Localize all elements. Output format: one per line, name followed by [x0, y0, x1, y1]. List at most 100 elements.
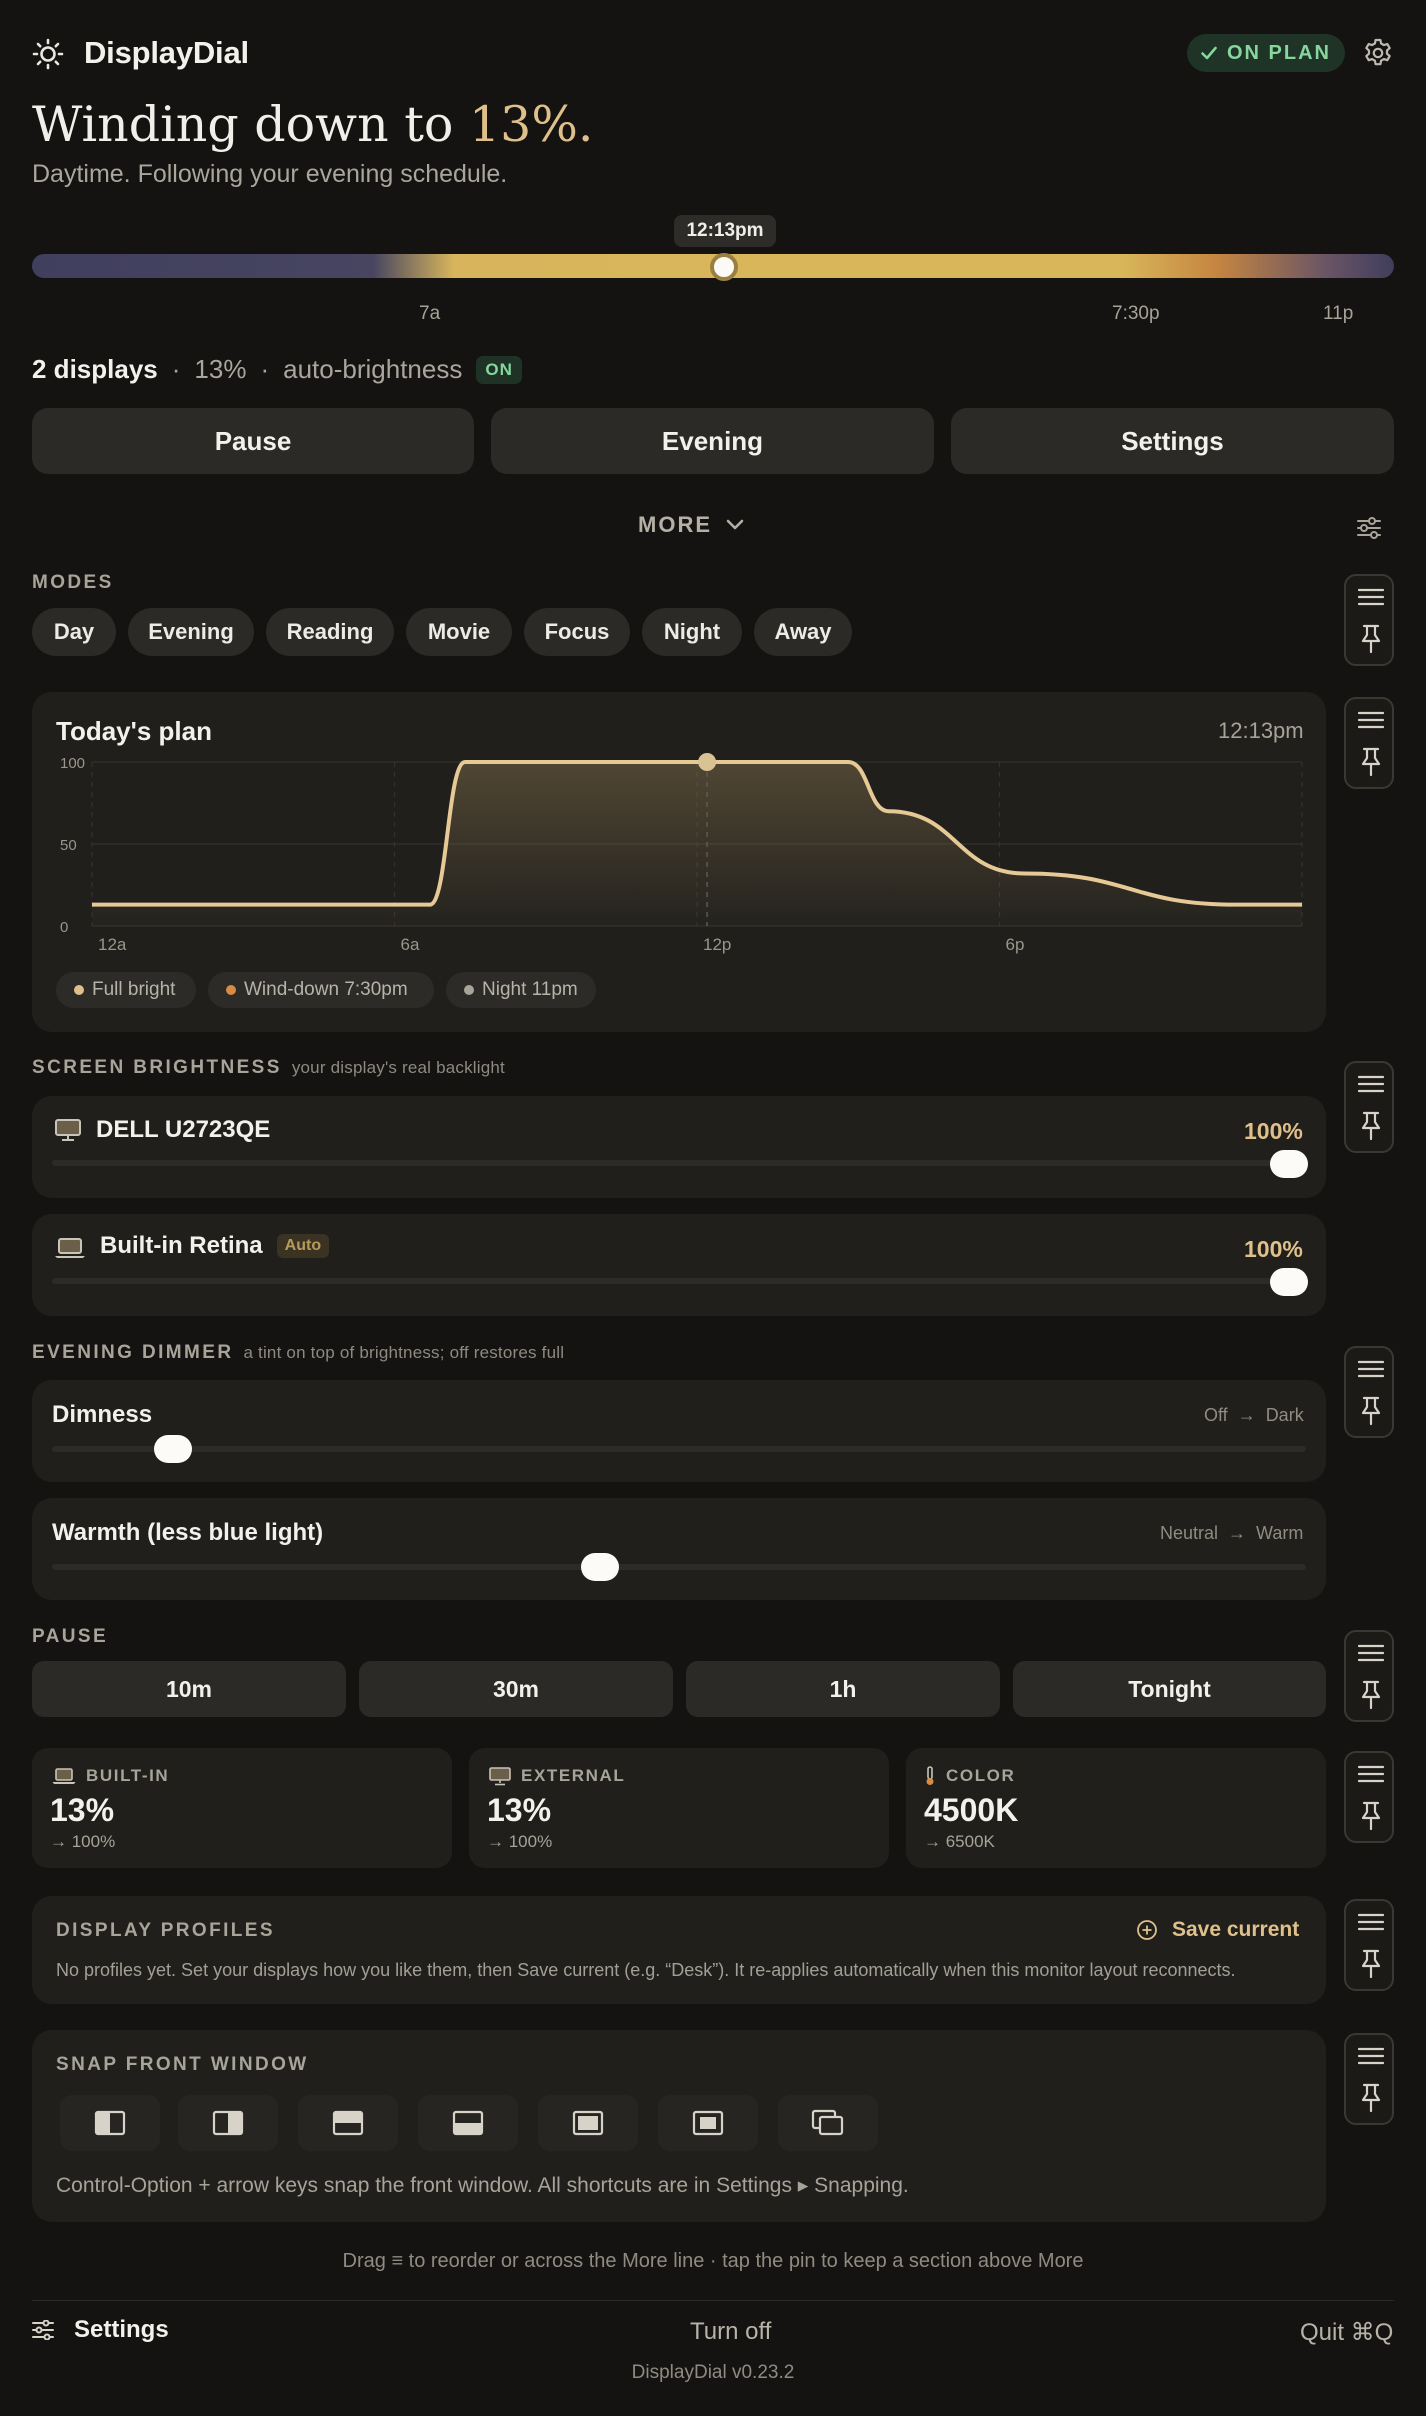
on-plan-badge[interactable]: ON PLAN — [1187, 34, 1345, 72]
snap-left-half-button[interactable] — [60, 2095, 160, 2151]
pin-icon[interactable] — [1358, 2083, 1384, 2113]
mode-chip-night[interactable]: Night — [642, 608, 742, 656]
legend-label: Full bright — [92, 979, 176, 1000]
section-handle-plan[interactable] — [1344, 697, 1394, 789]
evening-button[interactable]: Evening — [491, 408, 934, 474]
mode-chip-movie[interactable]: Movie — [406, 608, 512, 656]
pin-icon[interactable] — [1358, 1396, 1384, 1426]
footer-settings-button[interactable]: Settings — [32, 2316, 169, 2344]
timeline-now-tag: 12:13pm — [674, 215, 776, 247]
section-handle-modes[interactable] — [1344, 574, 1394, 666]
headline: Winding down to 13%. — [32, 96, 593, 153]
stat-target-builtin: → 100% — [50, 1832, 116, 1851]
snap-right-half-button[interactable] — [178, 2095, 278, 2151]
profiles-description: No profiles yet. Set your displays how y… — [56, 1960, 1236, 1980]
drag-handle-icon[interactable] — [1358, 1075, 1384, 1093]
section-handle-stats[interactable] — [1344, 1751, 1394, 1843]
drag-handle-icon[interactable] — [1358, 1913, 1384, 1931]
dimness-slider[interactable] — [52, 1446, 1306, 1452]
stat-target-external: → 100% — [487, 1832, 553, 1851]
save-current-button[interactable]: Save current — [1136, 1918, 1299, 1942]
mode-chip-reading[interactable]: Reading — [266, 608, 394, 656]
gear-icon[interactable] — [1362, 36, 1394, 70]
auto-brightness-on-badge[interactable]: ON — [476, 355, 522, 384]
pause-button[interactable]: Pause — [32, 408, 474, 474]
headline-prefix: Winding down to — [32, 96, 454, 153]
stat-value-color: 4500K — [924, 1792, 1019, 1828]
pause-1h-button[interactable]: 1h — [686, 1661, 1000, 1717]
snap-maximize-button[interactable] — [538, 2095, 638, 2151]
settings-button[interactable]: Settings — [951, 408, 1394, 474]
brightness-slider-dell[interactable] — [52, 1160, 1306, 1166]
snap-left-half-icon — [94, 2110, 126, 2136]
pin-icon[interactable] — [1358, 1680, 1384, 1710]
snap-center-button[interactable] — [658, 2095, 758, 2151]
mode-chip-day[interactable]: Day — [32, 608, 116, 656]
pause-10m-button[interactable]: 10m — [32, 1661, 346, 1717]
section-handle-pause[interactable] — [1344, 1630, 1394, 1722]
drag-handle-icon[interactable] — [1358, 1765, 1384, 1783]
brightness-plan-chart[interactable]: 100 50 0 12a 6a 12p 6p — [48, 750, 1312, 960]
mode-chip-focus[interactable]: Focus — [524, 608, 630, 656]
snap-restore-button[interactable] — [778, 2095, 878, 2151]
dimness-thumb[interactable] — [154, 1435, 192, 1463]
pause-30m-button[interactable]: 30m — [359, 1661, 673, 1717]
more-label: MORE — [638, 512, 712, 537]
brightness-thumb-builtin[interactable] — [1270, 1268, 1308, 1296]
legend-dot — [464, 985, 474, 995]
legend-label: Night 11pm — [482, 979, 578, 1000]
more-toggle[interactable]: MORE — [638, 512, 744, 538]
section-handle-profiles[interactable] — [1344, 1899, 1394, 1991]
sliders-icon[interactable] — [1356, 516, 1382, 540]
warmth-slider[interactable] — [52, 1564, 1306, 1570]
legend-dot — [226, 985, 236, 995]
drag-handle-icon[interactable] — [1358, 1360, 1384, 1378]
snap-center-icon — [692, 2110, 724, 2136]
pin-icon[interactable] — [1358, 1801, 1384, 1831]
stat-value-external: 13% — [487, 1792, 552, 1828]
legend-full-bright[interactable]: Full bright — [56, 972, 196, 1008]
pin-icon[interactable] — [1358, 747, 1384, 777]
drag-handle-icon[interactable] — [1358, 588, 1384, 606]
pin-icon[interactable] — [1358, 1949, 1384, 1979]
brightness-slider-builtin[interactable] — [52, 1278, 1306, 1284]
brightness-thumb-dell[interactable] — [1270, 1150, 1308, 1178]
section-handle-brightness[interactable] — [1344, 1061, 1394, 1153]
plan-now-marker[interactable] — [698, 753, 717, 771]
pin-icon[interactable] — [1358, 624, 1384, 654]
stat-value-builtin: 13% — [50, 1792, 115, 1828]
mode-chip-evening[interactable]: Evening — [128, 608, 254, 656]
pin-icon[interactable] — [1358, 1111, 1384, 1141]
app-title: DisplayDial — [84, 35, 249, 70]
drag-handle-icon[interactable] — [1358, 1644, 1384, 1662]
headline-percent: 13%. — [468, 96, 594, 153]
mode-chip-away[interactable]: Away — [754, 608, 852, 656]
evening-dimmer-heading: EVENING DIMMER a tint on top of brightnes… — [32, 1342, 564, 1364]
legend-dot — [74, 985, 84, 995]
footer-divider — [32, 2300, 1394, 2301]
snap-bottom-half-button[interactable] — [418, 2095, 518, 2151]
legend-wind-down[interactable]: Wind-down 7:30pm — [208, 972, 434, 1008]
stat-target-color: → 6500K — [924, 1832, 995, 1851]
quit-button[interactable]: Quit ⌘Q — [1300, 2318, 1393, 2347]
drag-handle-icon[interactable] — [1358, 711, 1384, 729]
monitor-icon — [489, 1766, 511, 1785]
turn-off-button[interactable]: Turn off — [690, 2318, 771, 2346]
timeline-now-knob[interactable] — [710, 253, 738, 281]
range-from: Neutral — [1160, 1523, 1219, 1543]
x-tick-label: 6p — [1006, 935, 1025, 954]
section-handle-snap[interactable] — [1344, 2033, 1394, 2125]
legend-night[interactable]: Night 11pm — [446, 972, 596, 1008]
pause-tonight-button[interactable]: Tonight — [1013, 1661, 1326, 1717]
stat-label-text: BUILT-IN — [86, 1766, 170, 1785]
section-handle-dimmer[interactable] — [1344, 1346, 1394, 1438]
snap-top-half-button[interactable] — [298, 2095, 398, 2151]
drag-handle-icon[interactable] — [1358, 2047, 1384, 2065]
warmth-thumb[interactable] — [581, 1553, 619, 1581]
range-to: Warm — [1256, 1523, 1304, 1543]
warmth-card — [32, 1498, 1326, 1600]
app-version: DisplayDial v0.23.2 — [631, 2362, 795, 2383]
timeline-label-7a: 7a — [419, 303, 441, 324]
range-to: Dark — [1265, 1405, 1304, 1425]
arrow-right-icon: → — [1237, 1405, 1256, 1425]
